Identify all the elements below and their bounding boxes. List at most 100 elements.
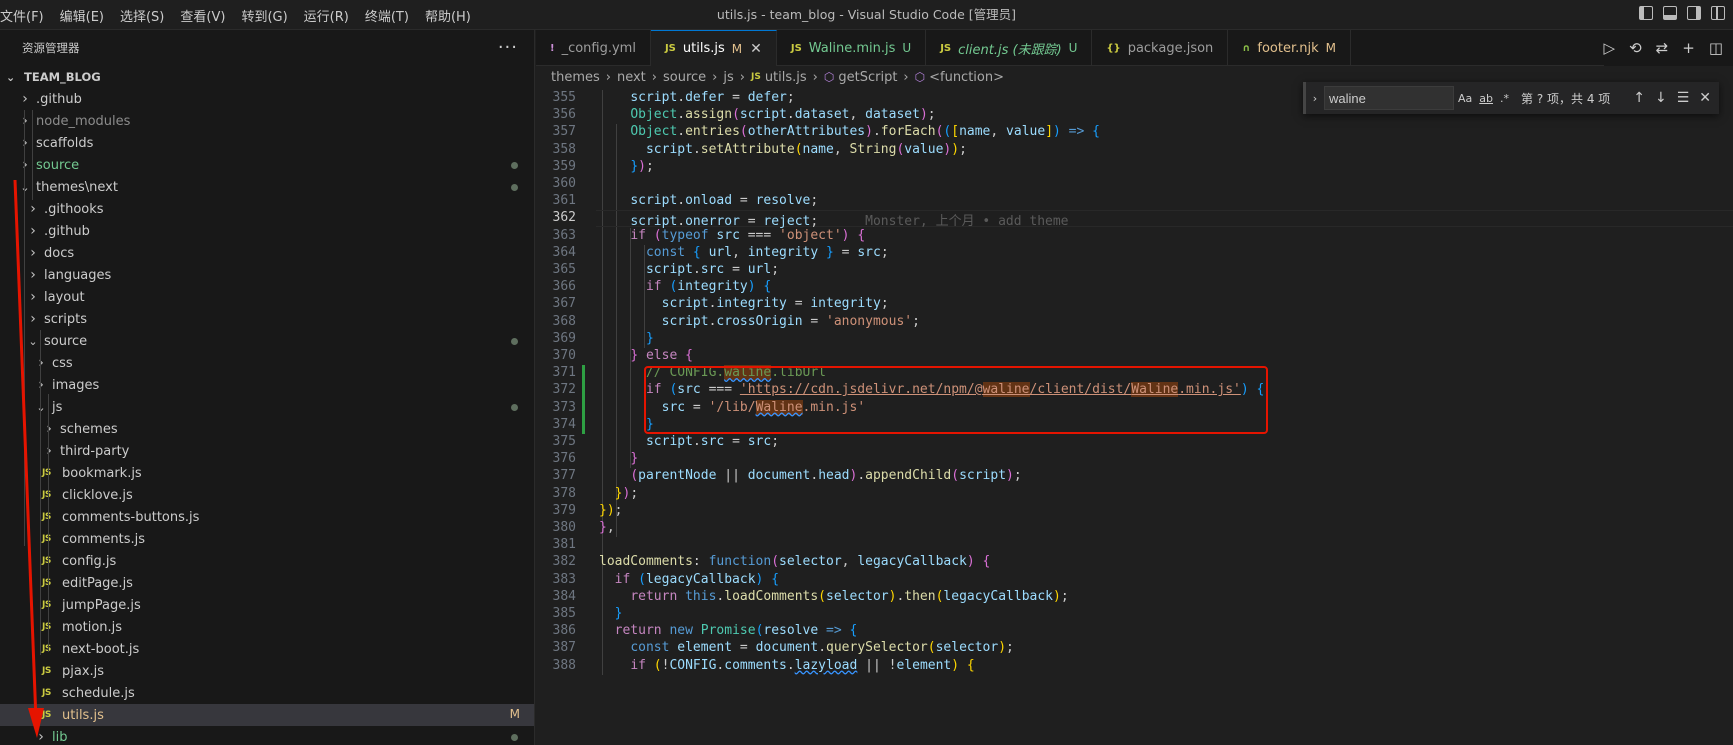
add-icon[interactable]: +: [1682, 39, 1695, 57]
file-type-icon: JS: [790, 42, 802, 54]
git-status-badge: U: [902, 41, 912, 55]
folder-item[interactable]: ⌄ js: [0, 396, 534, 418]
previous-match-icon[interactable]: ↑: [1633, 90, 1645, 106]
file-item[interactable]: JS schedule.js: [0, 682, 534, 704]
tab-5[interactable]: ∩ footer.njk M: [1228, 30, 1352, 66]
tab-0[interactable]: ! _config.yml: [536, 30, 651, 66]
find-input[interactable]: [1324, 86, 1454, 110]
title-bar: 文件(F) 编辑(E) 选择(S) 查看(V) 转到(G) 运行(R) 终端(T) 帮助(H)…: [0, 0, 1733, 30]
folder-item[interactable]: ›images: [0, 374, 534, 396]
menu-item-4[interactable]: 转到(G): [233, 6, 295, 25]
folder-item[interactable]: ›css: [0, 352, 534, 374]
breadcrumb-item[interactable]: utils.js: [765, 70, 807, 85]
tab-label: _config.yml: [561, 40, 636, 56]
file-item[interactable]: JS editPage.js: [0, 572, 534, 594]
javascript-file-icon: JS: [42, 490, 51, 500]
breadcrumb-item[interactable]: themes: [551, 70, 600, 85]
tab-3[interactable]: JS client.js (未跟踪) U: [926, 30, 1093, 66]
code-editor[interactable]: 355 script.defer = defer; 356 Object.assi…: [536, 88, 1733, 745]
compare-changes-icon[interactable]: ⇄: [1656, 39, 1669, 57]
customize-layout-icon[interactable]: [1711, 6, 1725, 20]
line-number: 370: [552, 348, 576, 363]
folder-item[interactable]: › .github: [0, 88, 534, 110]
chevron-right-icon: ›: [30, 223, 36, 239]
file-item[interactable]: JS next-boot.js: [0, 638, 534, 660]
chevron-right-icon: ›: [18, 113, 32, 129]
menu-item-3[interactable]: 查看(V): [172, 6, 233, 25]
javascript-file-icon: JS: [42, 556, 51, 566]
use-regex-icon[interactable]: .*: [1500, 92, 1509, 105]
file-item[interactable]: JS comments-buttons.js: [0, 506, 534, 528]
match-case-icon[interactable]: Aa: [1458, 92, 1472, 105]
folder-item[interactable]: › languages: [0, 264, 534, 286]
folder-item[interactable]: ⌄ themes\next: [0, 176, 534, 198]
breadcrumb-item[interactable]: js: [723, 70, 733, 85]
find-in-selection-icon[interactable]: ☰: [1677, 90, 1690, 106]
file-item[interactable]: JS motion.js: [0, 616, 534, 638]
menu-item-2[interactable]: 选择(S): [112, 6, 172, 25]
tree-item-label: comments-buttons.js: [62, 509, 200, 525]
run-icon[interactable]: ▷: [1604, 39, 1616, 57]
menu-item-5[interactable]: 运行(R): [296, 6, 357, 25]
code-line: src = '/lib/Waline.min.js': [661, 399, 866, 415]
file-item[interactable]: JS comments.js: [0, 528, 534, 550]
breadcrumb-separator: ›: [903, 69, 909, 85]
file-item[interactable]: JS pjax.js: [0, 660, 534, 682]
line-number: 387: [552, 640, 576, 656]
code-line: }: [614, 606, 623, 621]
folder-item[interactable]: › lib: [0, 726, 534, 745]
file-item[interactable]: JS config.js: [0, 550, 534, 572]
toggle-replace-icon[interactable]: ›: [1306, 92, 1324, 105]
breadcrumb-item[interactable]: <function>: [929, 70, 1004, 85]
next-match-icon[interactable]: ↓: [1655, 90, 1667, 106]
breadcrumb-separator: ›: [605, 69, 611, 85]
folder-item[interactable]: ›node_modules: [0, 110, 534, 132]
line-number: 355: [552, 90, 576, 105]
menu-item-1[interactable]: 编辑(E): [52, 6, 112, 25]
breadcrumb-item[interactable]: next: [617, 70, 646, 85]
close-tab-icon[interactable]: ✕: [750, 41, 762, 57]
file-item[interactable]: JS bookmark.js: [0, 462, 534, 484]
toggle-secondary-sidebar-icon[interactable]: [1687, 6, 1701, 20]
tree-item-label: docs: [44, 245, 75, 261]
menu-item-7[interactable]: 帮助(H): [417, 6, 479, 25]
more-actions-icon[interactable]: ···: [498, 39, 518, 57]
folder-item[interactable]: ›schemes: [0, 418, 534, 440]
workspace-root[interactable]: ⌄ TEAM_BLOG: [0, 66, 534, 88]
breadcrumb-item[interactable]: getScript: [838, 70, 897, 85]
folder-item[interactable]: ›third-party: [0, 440, 534, 462]
folder-item[interactable]: › docs: [0, 242, 534, 264]
folder-item[interactable]: › .github: [0, 220, 534, 242]
folder-item[interactable]: ›scaffolds: [0, 132, 534, 154]
line-number: 367: [552, 296, 576, 312]
menu-item-6[interactable]: 终端(T): [357, 6, 417, 25]
folder-item[interactable]: › scripts: [0, 308, 534, 330]
folder-item[interactable]: ›source: [0, 154, 534, 176]
match-whole-word-icon[interactable]: ab: [1479, 92, 1493, 105]
folder-item[interactable]: › .githooks: [0, 198, 534, 220]
tab-4[interactable]: {} package.json: [1092, 30, 1229, 66]
breadcrumb-separator: ›: [712, 69, 718, 85]
javascript-file-icon: JS: [42, 688, 51, 698]
tab-2[interactable]: JS Waline.min.js U: [777, 30, 927, 66]
tree-item-label: schemes: [60, 421, 118, 437]
file-item[interactable]: JS utils.js M: [0, 704, 534, 726]
tree-item-label: comments.js: [62, 531, 146, 547]
breadcrumb-item[interactable]: source: [663, 70, 706, 85]
tree-item-label: node_modules: [36, 113, 131, 129]
tab-1[interactable]: JS utils.js M ✕: [650, 30, 777, 66]
chevron-right-icon: ›: [42, 443, 56, 459]
chevron-right-icon: ›: [30, 245, 36, 261]
file-item[interactable]: JS jumpPage.js: [0, 594, 534, 616]
chevron-right-icon: ›: [22, 91, 28, 107]
toggle-primary-sidebar-icon[interactable]: [1639, 6, 1653, 20]
menu-item-0[interactable]: 文件(F): [0, 6, 52, 25]
folder-item[interactable]: › layout: [0, 286, 534, 308]
file-item[interactable]: JS clicklove.js: [0, 484, 534, 506]
folder-item[interactable]: ⌄ source: [0, 330, 534, 352]
toggle-panel-icon[interactable]: [1663, 6, 1677, 20]
split-editor-icon[interactable]: ◫: [1709, 39, 1723, 57]
close-find-icon[interactable]: ✕: [1699, 90, 1711, 106]
line-number: 372: [552, 382, 576, 398]
timeline-icon[interactable]: ⟲: [1629, 39, 1642, 57]
